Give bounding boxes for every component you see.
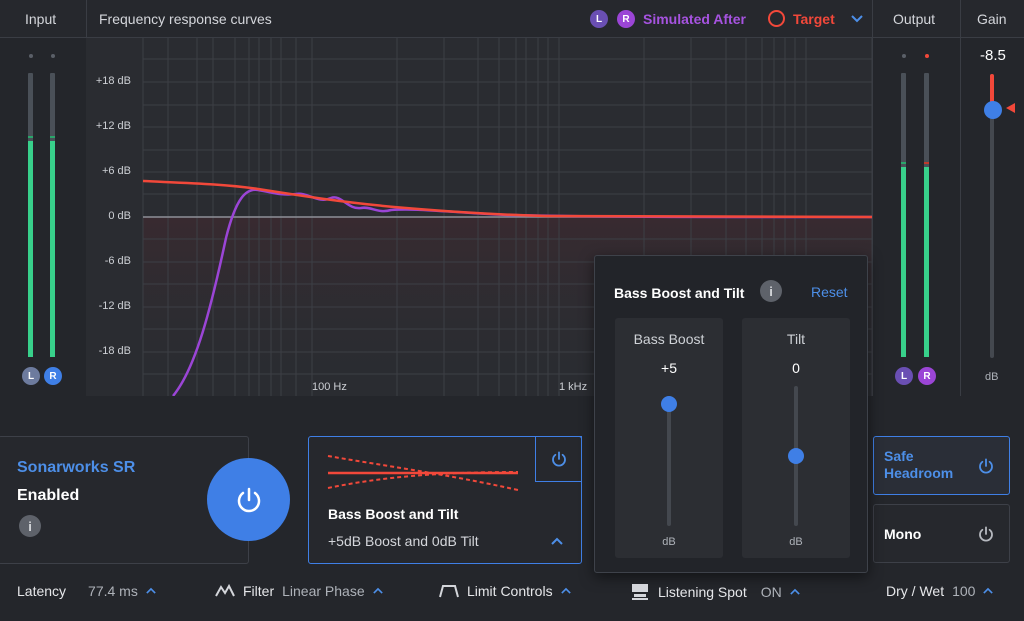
power-icon	[979, 526, 993, 542]
tilt-value[interactable]: 0	[742, 360, 850, 376]
output-clip-indicator	[902, 54, 906, 58]
input-channel-l: L	[22, 367, 40, 385]
info-icon[interactable]: i	[760, 280, 782, 302]
bass-boost-popup: Bass Boost and Tilt i Reset Bass Boost +…	[594, 255, 868, 573]
filter-value: Linear Phase	[282, 583, 365, 599]
simulated-after-legend[interactable]: Simulated After	[643, 11, 746, 27]
y-tick-label: +18 dB	[95, 75, 131, 87]
output-channel-l: L	[895, 367, 913, 385]
power-icon	[979, 458, 993, 474]
dry-wet-label: Dry / Wet	[886, 583, 945, 599]
y-tick-label: 0 dB	[108, 210, 131, 222]
gain-value[interactable]: -8.5	[980, 47, 1006, 64]
bass-boost-curve-preview	[327, 455, 519, 491]
mono-label: Mono	[884, 526, 922, 542]
divider	[872, 0, 873, 396]
gain-slider-knob[interactable]	[984, 101, 1002, 119]
y-tick-label: -18 dB	[98, 345, 131, 357]
y-tick-label: +12 dB	[95, 120, 131, 132]
x-tick-1khz: 1 kHz	[559, 381, 588, 393]
target-circle-icon	[768, 10, 785, 27]
latency-control[interactable]: Latency 77.4 ms	[17, 583, 156, 599]
bass-boost-slider-track[interactable]	[667, 396, 671, 526]
listening-spot-icon	[632, 584, 648, 600]
reset-button[interactable]: Reset	[811, 284, 848, 300]
latency-label: Latency	[17, 583, 67, 599]
bass-boost-slider-knob[interactable]	[661, 396, 677, 412]
input-channel-r: R	[44, 367, 62, 385]
limit-controls[interactable]: Limit Controls	[439, 583, 571, 599]
chevron-up-icon[interactable]	[560, 586, 571, 596]
listening-spot-label: Listening Spot	[658, 584, 747, 600]
gain-label: Gain	[977, 11, 1007, 27]
chevron-down-icon[interactable]	[851, 14, 863, 24]
gain-marker-icon	[1006, 103, 1015, 113]
output-channel-r: R	[918, 367, 936, 385]
legend-l-badge[interactable]: L	[590, 10, 608, 28]
target-legend[interactable]: Target	[793, 11, 835, 27]
listening-spot-control[interactable]: Listening Spot ON	[630, 583, 800, 601]
filter-control[interactable]: Filter Linear Phase	[215, 583, 383, 599]
output-meter-r	[924, 73, 929, 357]
chevron-up-icon[interactable]	[789, 587, 800, 597]
bass-card-summary: +5dB Boost and 0dB Tilt	[328, 533, 479, 549]
bass-boost-power-button[interactable]	[535, 436, 582, 482]
y-tick-label: -12 dB	[98, 300, 131, 312]
bass-boost-unit: dB	[662, 536, 676, 548]
tilt-unit: dB	[789, 536, 803, 548]
limit-icon	[439, 585, 459, 598]
tilt-label: Tilt	[786, 331, 806, 347]
divider	[960, 0, 961, 396]
safe-headroom-label: Safe Headroom	[884, 448, 954, 481]
listening-spot-value: ON	[760, 584, 782, 600]
power-icon	[551, 451, 566, 467]
input-label: Input	[25, 11, 57, 27]
dry-wet-control[interactable]: Dry / Wet 100	[886, 583, 994, 599]
graph-title: Frequency response curves	[99, 11, 272, 27]
main-power-button[interactable]	[207, 458, 290, 541]
filter-label: Filter	[243, 583, 275, 599]
chevron-up-icon[interactable]	[372, 586, 383, 596]
output-meter-l	[901, 73, 906, 357]
input-clip-indicator	[51, 54, 55, 58]
product-name: Sonarworks SR	[17, 459, 136, 476]
bass-boost-value[interactable]: +5	[615, 360, 723, 376]
y-tick-label: +6 dB	[101, 165, 131, 177]
gain-unit: dB	[985, 371, 999, 383]
product-status: Enabled	[17, 487, 80, 504]
mono-button[interactable]: Mono	[873, 504, 1010, 563]
chevron-up-icon[interactable]	[983, 586, 994, 596]
bass-card-title: Bass Boost and Tilt	[328, 506, 459, 522]
safe-headroom-button[interactable]: Safe Headroom	[873, 436, 1010, 495]
input-meter-r	[50, 73, 55, 357]
chevron-up-icon[interactable]	[146, 586, 156, 596]
tilt-slider-knob[interactable]	[788, 448, 804, 464]
input-clip-indicator	[29, 54, 33, 58]
output-clip-indicator	[925, 54, 929, 58]
bass-boost-label: Bass Boost	[633, 331, 705, 347]
limit-label: Limit Controls	[467, 583, 553, 599]
bass-boost-control: Bass Boost +5 dB	[615, 318, 723, 558]
chevron-up-icon[interactable]	[551, 537, 563, 546]
tilt-control: Tilt 0 dB	[742, 318, 850, 558]
dry-wet-value: 100	[952, 583, 976, 599]
info-icon[interactable]: i	[19, 515, 41, 537]
output-label: Output	[893, 11, 936, 27]
latency-value: 77.4 ms	[88, 583, 138, 599]
x-tick-100hz: 100 Hz	[312, 381, 347, 393]
power-icon	[237, 487, 260, 512]
target-curve	[142, 179, 872, 219]
legend-r-badge[interactable]: R	[617, 10, 635, 28]
input-meter-l	[28, 73, 33, 357]
filter-icon	[215, 584, 235, 597]
y-tick-label: -6 dB	[104, 255, 131, 267]
popup-title: Bass Boost and Tilt	[614, 285, 745, 301]
